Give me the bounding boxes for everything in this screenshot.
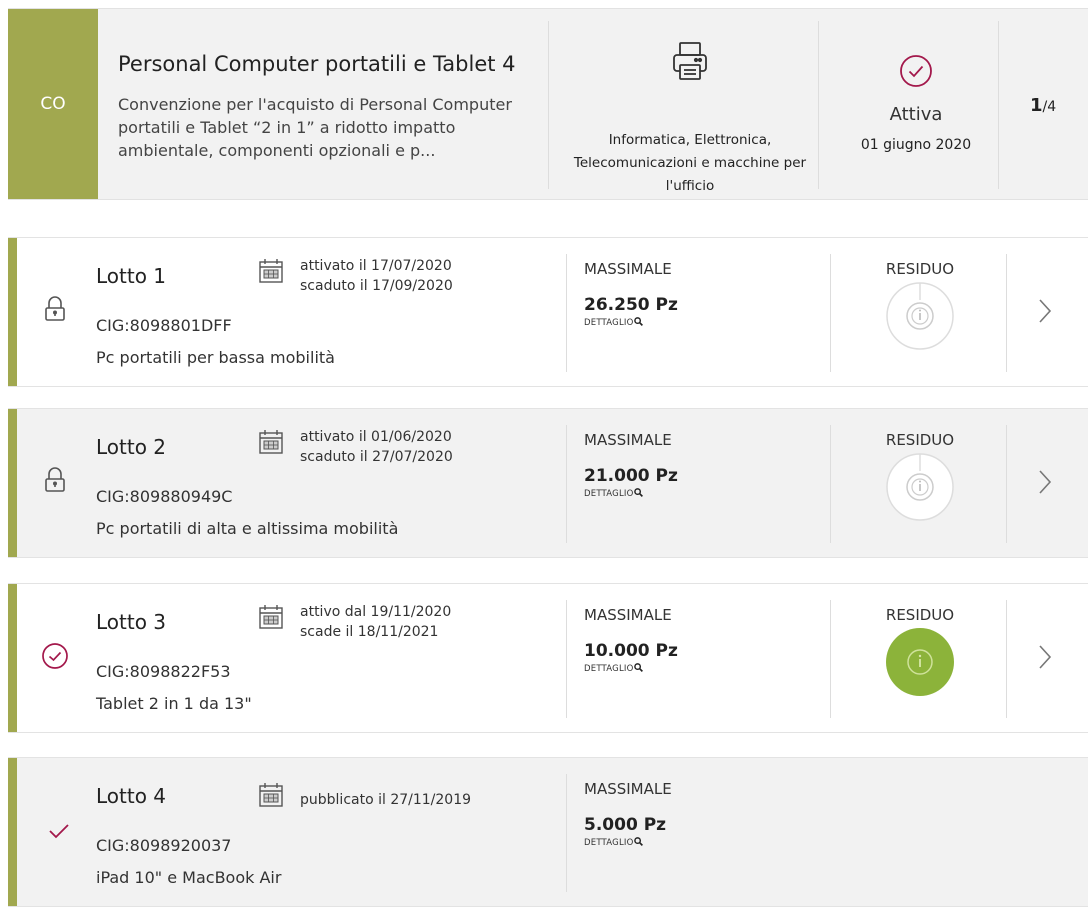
convenzione-badge: CO (8, 9, 98, 199)
lotto-cig: CIG:8098801DFF (96, 316, 232, 335)
residuo-label: RESIDUO (885, 606, 955, 624)
lotto-date-end: scaduto il 27/07/2020 (300, 449, 453, 465)
check-circle-icon (899, 54, 933, 92)
check-circle-icon (41, 642, 69, 674)
calendar-icon (258, 604, 284, 634)
lotto-name: Lotto 3 (96, 610, 167, 634)
lotto-date-start: attivo dal 19/11/2020 (300, 604, 452, 620)
status-label: Attiva (889, 104, 943, 125)
checkmark-icon (48, 822, 70, 844)
residuo-chart[interactable] (884, 451, 956, 527)
dettaglio-link[interactable]: DETTAGLIO (584, 663, 644, 674)
lotto-accent-bar (8, 758, 17, 906)
status-column: Attiva 01 giugno 2020 (826, 9, 1006, 199)
lotto-name: Lotto 2 (96, 435, 167, 459)
divider (1006, 254, 1007, 372)
lotto-date-start: attivato il 17/07/2020 (300, 258, 452, 274)
page-total: /4 (1042, 99, 1057, 115)
lotto-date-start: attivato il 01/06/2020 (300, 429, 452, 445)
lotto-name: Lotto 1 (96, 264, 167, 288)
convenzione-header: CO Personal Computer portatili e Tablet … (8, 8, 1088, 200)
lotto-date-end: scade il 18/11/2021 (300, 624, 439, 640)
divider (998, 21, 999, 189)
divider (548, 21, 549, 189)
lotto-accent-bar (8, 409, 17, 557)
lotto-row-2[interactable]: Lotto 2 attivato il 01/06/2020 scaduto i… (8, 408, 1088, 558)
convenzione-description: Convenzione per l'acquisto di Personal C… (118, 95, 512, 160)
divider (1006, 600, 1007, 718)
lotto-cig: CIG:8098920037 (96, 836, 232, 855)
divider (566, 425, 567, 543)
pagination: 1/4 (1030, 95, 1056, 116)
lotto-accent-bar (8, 238, 17, 386)
massimale-label: MASSIMALE (584, 606, 672, 624)
lotto-cig: CIG:809880949C (96, 487, 233, 506)
search-icon (634, 837, 644, 846)
calendar-icon (258, 258, 284, 288)
calendar-icon (258, 782, 284, 812)
divider (566, 254, 567, 372)
lotto-description: iPad 10" e MacBook Air (96, 868, 282, 887)
lotto-dates: attivato il 01/06/2020 scaduto il 27/07/… (300, 427, 453, 467)
category-label: Informatica, Elettronica, Telecomunicazi… (573, 132, 807, 194)
dettaglio-link[interactable]: DETTAGLIO (584, 837, 644, 848)
massimale-label: MASSIMALE (584, 431, 672, 449)
divider (818, 21, 819, 189)
dettaglio-link[interactable]: DETTAGLIO (584, 488, 644, 499)
lotto-cig: CIG:8098822F53 (96, 662, 231, 681)
chevron-right-icon[interactable] (1038, 469, 1052, 499)
dettaglio-label: DETTAGLIO (584, 664, 634, 674)
status-date: 01 giugno 2020 (860, 137, 972, 153)
divider (566, 774, 567, 892)
lotto-description: Tablet 2 in 1 da 13" (96, 694, 252, 713)
lotto-row-1[interactable]: Lotto 1 attivato il 17/07/2020 scaduto i… (8, 237, 1088, 387)
dettaglio-label: DETTAGLIO (584, 838, 634, 848)
lotto-row-4[interactable]: Lotto 4 pubblicato il 27/11/2019 CIG:809… (8, 757, 1088, 907)
dettaglio-link[interactable]: DETTAGLIO (584, 317, 644, 328)
lotto-dates: pubblicato il 27/11/2019 (300, 790, 471, 810)
massimale-value: 5.000 Pz (584, 815, 667, 835)
category-column: Informatica, Elettronica, Telecomunicazi… (556, 9, 824, 199)
massimale-value: 10.000 Pz (584, 641, 678, 661)
chevron-right-icon[interactable] (1038, 644, 1052, 674)
massimale-label: MASSIMALE (584, 260, 672, 278)
convenzione-title: Personal Computer portatili e Tablet 4 (118, 52, 516, 76)
lotto-date-published: pubblicato il 27/11/2019 (300, 792, 472, 808)
divider (830, 425, 831, 543)
lotto-row-3[interactable]: Lotto 3 attivo dal 19/11/2020 scade il 1… (8, 583, 1088, 733)
lotto-description: Pc portatili per bassa mobilità (96, 348, 335, 367)
divider (566, 600, 567, 718)
lotto-dates: attivato il 17/07/2020 scaduto il 17/09/… (300, 256, 453, 296)
lock-icon (44, 296, 66, 326)
lotto-accent-bar (8, 584, 17, 732)
lotto-name: Lotto 4 (96, 784, 167, 808)
massimale-value: 21.000 Pz (584, 466, 678, 486)
divider (830, 600, 831, 718)
printer-icon (671, 41, 709, 85)
page-current: 1 (1030, 95, 1043, 116)
residuo-chart[interactable] (884, 280, 956, 356)
residuo-label: RESIDUO (885, 260, 955, 278)
massimale-value: 26.250 Pz (584, 295, 678, 315)
massimale-label: MASSIMALE (584, 780, 672, 798)
divider (830, 254, 831, 372)
calendar-icon (258, 429, 284, 459)
lotto-date-end: scaduto il 17/09/2020 (300, 278, 453, 294)
search-icon (634, 488, 644, 497)
residuo-label: RESIDUO (885, 431, 955, 449)
dettaglio-label: DETTAGLIO (584, 318, 634, 328)
search-icon (634, 663, 644, 672)
lock-icon (44, 467, 66, 497)
lotto-dates: attivo dal 19/11/2020 scade il 18/11/202… (300, 602, 451, 642)
chevron-right-icon[interactable] (1038, 298, 1052, 328)
dettaglio-label: DETTAGLIO (584, 489, 634, 499)
residuo-chart[interactable] (884, 626, 956, 702)
search-icon (634, 317, 644, 326)
lotto-description: Pc portatili di alta e altissima mobilit… (96, 519, 399, 538)
divider (1006, 425, 1007, 543)
